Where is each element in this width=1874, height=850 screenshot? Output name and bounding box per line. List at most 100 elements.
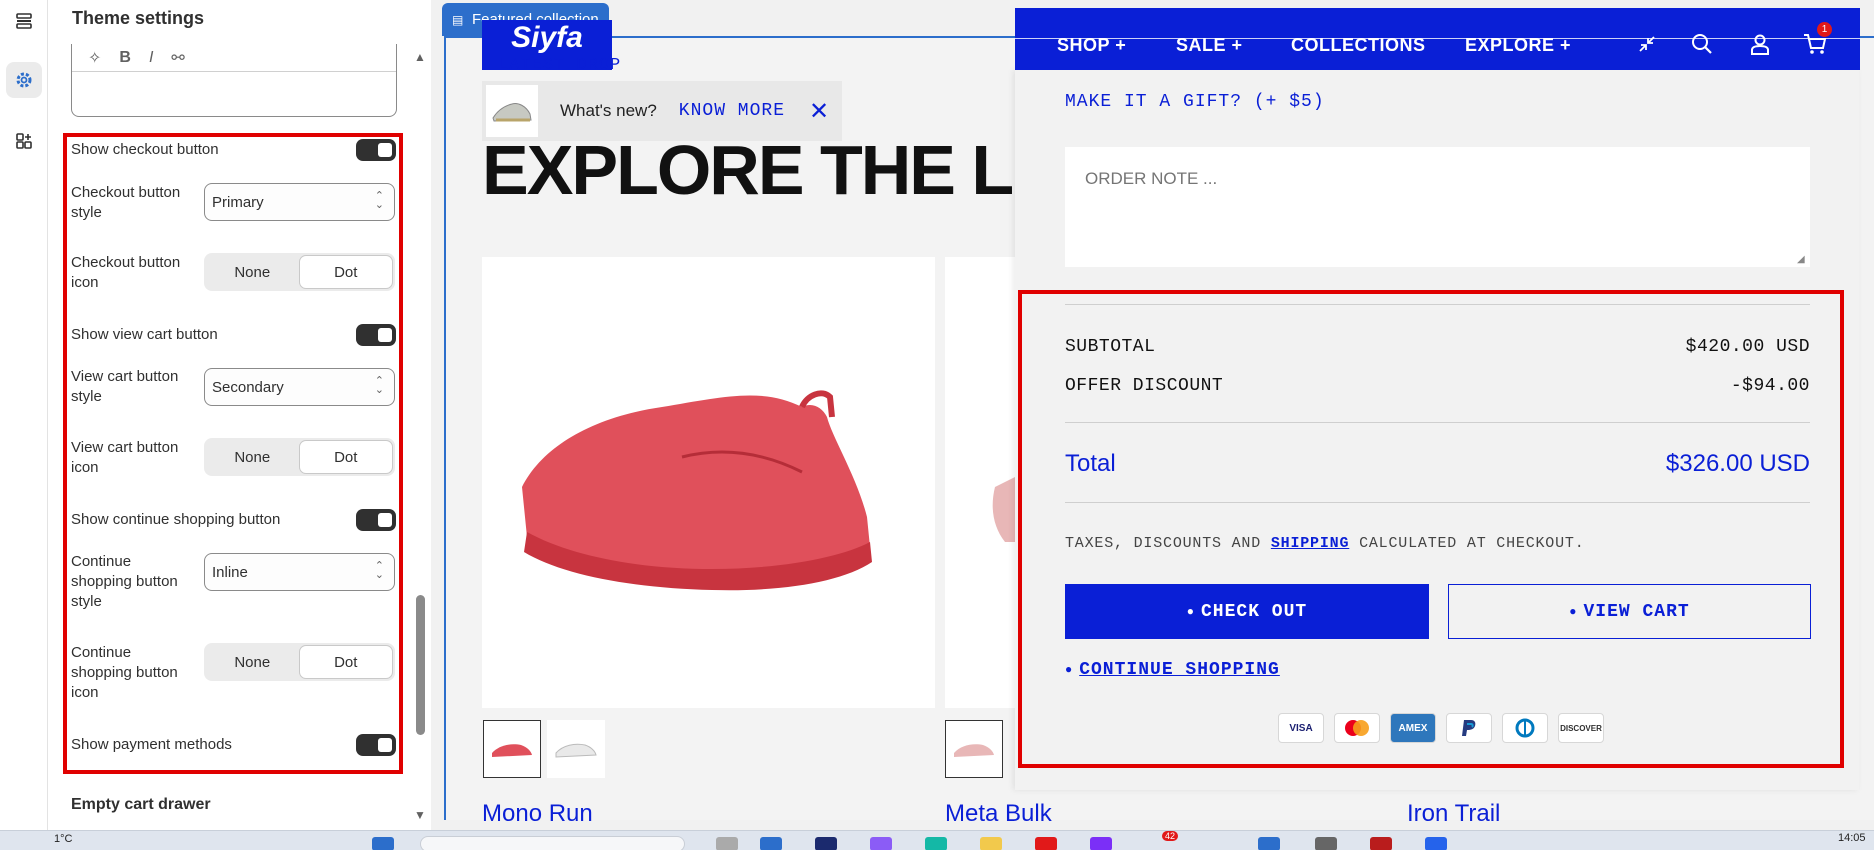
divider xyxy=(1065,502,1810,503)
checkout-icon-dot[interactable]: Dot xyxy=(298,255,393,289)
app-icon[interactable] xyxy=(1258,837,1280,850)
nav-collections[interactable]: COLLECTIONS xyxy=(1291,35,1426,56)
taxes-note: TAXES, DISCOUNTS AND SHIPPING CALCULATED… xyxy=(1065,535,1585,552)
rich-text-editor[interactable]: ✧ B I ⚯ xyxy=(71,44,397,117)
checkout-label: CHECK OUT xyxy=(1200,601,1308,622)
product-name-1[interactable]: Mono Run xyxy=(482,800,593,828)
checkout-button[interactable]: ● CHECK OUT xyxy=(1065,584,1429,639)
diners-icon xyxy=(1502,713,1548,743)
product-name-3[interactable]: Iron Trail xyxy=(1407,800,1500,828)
total-label: Total xyxy=(1065,450,1116,477)
visa-icon: VISA xyxy=(1278,713,1324,743)
scroll-down-arrow[interactable]: ▼ xyxy=(414,808,426,822)
scrollbar-thumb[interactable] xyxy=(416,595,425,735)
updown-chevron-icon: ⌃ ⌄ xyxy=(374,190,384,211)
continue-icon-none[interactable]: None xyxy=(206,645,299,679)
theme-settings-gear-icon[interactable] xyxy=(6,62,42,98)
show-continue-toggle[interactable] xyxy=(356,509,396,531)
app-icon[interactable] xyxy=(760,837,782,850)
continue-icon-segment: None Dot xyxy=(204,643,395,681)
shipping-link[interactable]: SHIPPING xyxy=(1271,535,1349,552)
app-icon[interactable] xyxy=(815,837,837,850)
continue-shopping-label: CONTINUE SHOPPING xyxy=(1079,660,1280,680)
checkout-icon-label: Checkout button icon xyxy=(71,254,181,291)
updown-chevron-icon: ⌃ ⌄ xyxy=(374,375,384,396)
checkout-icon-segment: None Dot xyxy=(204,253,395,291)
view-cart-style-select[interactable]: Secondary ⌃ ⌄ xyxy=(204,368,395,406)
bold-icon[interactable]: B xyxy=(119,49,131,67)
app-icon[interactable] xyxy=(925,837,947,850)
taxes-text-before: TAXES, DISCOUNTS AND xyxy=(1065,535,1262,552)
view-cart-label: VIEW CART xyxy=(1583,601,1690,622)
app-icon[interactable] xyxy=(716,837,738,850)
scroll-up-arrow[interactable]: ▲ xyxy=(414,50,426,64)
view-cart-button[interactable]: ● VIEW CART xyxy=(1448,584,1811,639)
view-cart-icon-none[interactable]: None xyxy=(206,440,299,474)
divider xyxy=(1065,422,1810,423)
amex-icon: AMEX xyxy=(1390,713,1436,743)
left-icon-rail xyxy=(0,0,48,830)
product-thumb-red[interactable] xyxy=(483,720,541,778)
taskbar-search[interactable] xyxy=(420,836,685,850)
resize-grip-icon[interactable]: ◢ xyxy=(1797,254,1805,265)
app-icon[interactable] xyxy=(1425,837,1447,850)
notification-badge: 42 xyxy=(1162,831,1179,841)
empty-cart-drawer-section[interactable]: Empty cart drawer xyxy=(71,796,211,814)
subtotal-label: SUBTOTAL xyxy=(1065,337,1156,357)
show-continue-label: Show continue shopping button xyxy=(71,511,281,528)
payment-methods: VISA AMEX DISCOVER xyxy=(1278,713,1604,743)
search-icon[interactable] xyxy=(1687,29,1717,59)
continue-icon-dot[interactable]: Dot xyxy=(298,645,393,679)
italic-icon[interactable]: I xyxy=(149,49,153,67)
settings-title: Theme settings xyxy=(72,8,205,28)
checkout-icon-none[interactable]: None xyxy=(206,255,299,289)
app-icon[interactable] xyxy=(870,837,892,850)
discount-label: OFFER DISCOUNT xyxy=(1065,376,1224,396)
weather-temp[interactable]: 1°C xyxy=(54,833,72,845)
hero-heading: EXPLORE THE LINE xyxy=(482,131,1022,209)
app-icon[interactable] xyxy=(1315,837,1337,850)
clock-time[interactable]: 14:05 xyxy=(1838,832,1866,844)
order-note-input[interactable] xyxy=(1065,147,1810,267)
editor-toolbar: ✧ B I ⚯ xyxy=(72,44,396,72)
sections-icon[interactable] xyxy=(6,3,42,39)
checkout-style-label: Checkout button style xyxy=(71,184,181,221)
show-payment-toggle[interactable] xyxy=(356,734,396,756)
discount-value: -$94.00 xyxy=(1730,376,1810,396)
product-name-2[interactable]: Meta Bulk xyxy=(945,800,1052,828)
product-card-image-2[interactable] xyxy=(945,257,1015,708)
app-icon[interactable] xyxy=(1090,837,1112,850)
view-cart-style-value: Secondary xyxy=(212,378,284,396)
app-icon[interactable] xyxy=(1035,837,1057,850)
whats-new-text: What's new? xyxy=(560,101,657,120)
show-payment-label: Show payment methods xyxy=(71,736,232,753)
show-view-cart-toggle[interactable] xyxy=(356,324,396,346)
section-icon: ▤ xyxy=(452,13,464,27)
nav-sale[interactable]: SALE + xyxy=(1176,35,1243,56)
checkout-style-select[interactable]: Primary ⌃ ⌄ xyxy=(204,183,395,221)
close-icon[interactable]: ✕ xyxy=(809,97,829,126)
product-card-image[interactable] xyxy=(482,257,935,708)
view-cart-icon-dot[interactable]: Dot xyxy=(298,440,393,474)
apps-icon[interactable] xyxy=(6,123,42,159)
gift-option[interactable]: MAKE IT A GIFT? (+ $5) xyxy=(1065,92,1325,112)
link-icon[interactable]: ⚯ xyxy=(171,48,184,68)
divider xyxy=(1065,304,1810,305)
view-cart-style-label: View cart button style xyxy=(71,368,179,405)
product-thumb-pink[interactable] xyxy=(945,720,1003,778)
app-icon[interactable] xyxy=(1370,837,1392,850)
collapse-arrows-icon[interactable] xyxy=(1632,29,1662,59)
paypal-icon xyxy=(1446,713,1492,743)
continue-style-select[interactable]: Inline ⌃ ⌄ xyxy=(204,553,395,591)
continue-shopping-link[interactable]: ● CONTINUE SHOPPING xyxy=(1065,660,1280,680)
nav-explore[interactable]: EXPLORE + xyxy=(1465,35,1571,56)
start-icon[interactable] xyxy=(372,837,394,850)
account-icon[interactable] xyxy=(1745,29,1775,59)
know-more-link[interactable]: KNOW MORE xyxy=(679,101,785,121)
folder-icon[interactable] xyxy=(980,837,1002,850)
show-checkout-toggle[interactable] xyxy=(356,139,396,161)
sparkle-icon[interactable]: ✧ xyxy=(88,48,101,68)
dot-icon: ● xyxy=(1065,663,1074,677)
nav-shop[interactable]: SHOP + xyxy=(1057,35,1126,56)
product-thumb-white[interactable] xyxy=(547,720,605,778)
